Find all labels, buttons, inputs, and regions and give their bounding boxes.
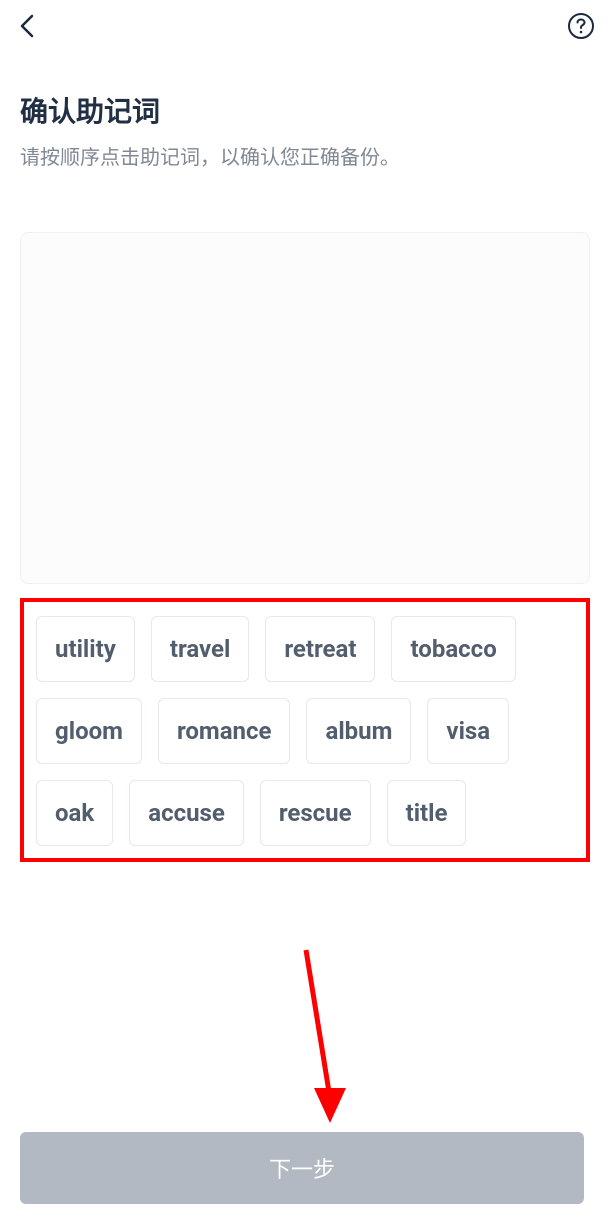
annotation-arrow-icon: [292, 948, 352, 1128]
page-title: 确认助记词: [20, 90, 590, 130]
page-subtitle: 请按顺序点击助记词，以确认您正确备份。: [20, 142, 590, 172]
chevron-left-icon: [17, 12, 39, 40]
next-button[interactable]: 下一步: [20, 1132, 584, 1204]
word-chip[interactable]: rescue: [260, 780, 371, 846]
mnemonic-words-container: utility travel retreat tobacco gloom rom…: [20, 598, 590, 862]
word-chip[interactable]: tobacco: [391, 616, 515, 682]
word-chip[interactable]: oak: [36, 780, 113, 846]
word-chip[interactable]: retreat: [265, 616, 375, 682]
word-chip[interactable]: accuse: [129, 780, 244, 846]
word-chip[interactable]: utility: [36, 616, 135, 682]
word-chip[interactable]: album: [306, 698, 411, 764]
help-icon: [567, 12, 595, 40]
word-chip[interactable]: romance: [158, 698, 291, 764]
next-button-label: 下一步: [269, 1152, 335, 1184]
back-button[interactable]: [14, 12, 42, 40]
help-button[interactable]: [566, 11, 596, 41]
header-bar: [0, 0, 610, 52]
word-chip[interactable]: travel: [151, 616, 250, 682]
main-content: 确认助记词 请按顺序点击助记词，以确认您正确备份。 utility travel…: [0, 52, 610, 862]
word-chip[interactable]: visa: [427, 698, 509, 764]
word-chip[interactable]: gloom: [36, 698, 142, 764]
word-chip[interactable]: title: [387, 780, 467, 846]
selected-words-box: [20, 232, 590, 584]
